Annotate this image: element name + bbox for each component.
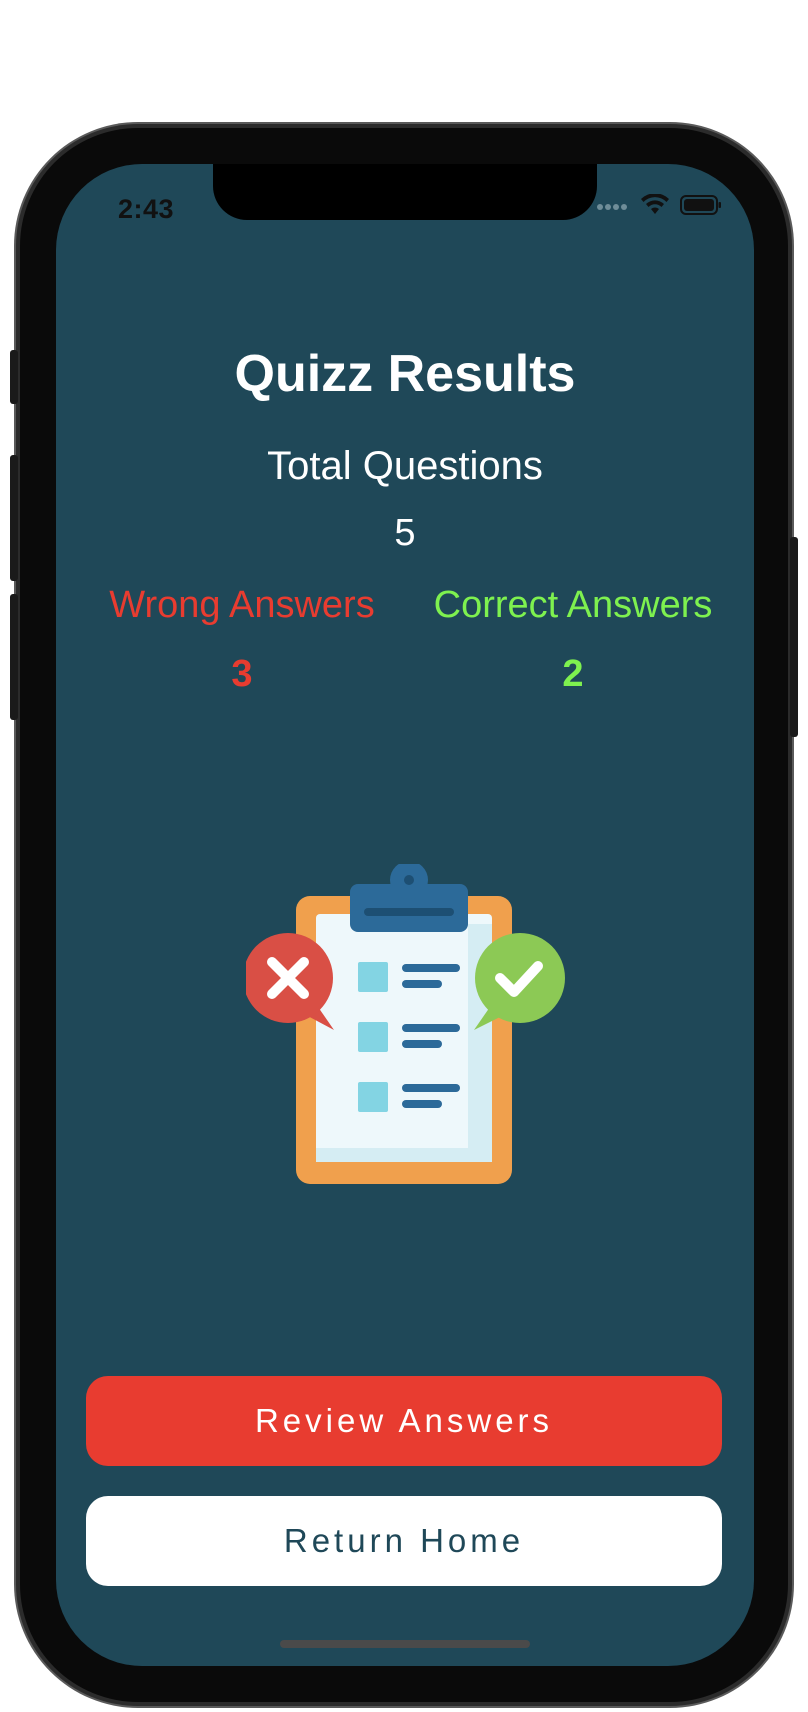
volume-up-button <box>10 455 18 581</box>
phone-frame: 2:43 Quizz Results Total Questions 5 Wro… <box>10 128 798 1702</box>
status-icons <box>596 193 722 221</box>
total-questions-label: Total Questions <box>267 444 543 488</box>
check-bubble-icon <box>474 933 565 1030</box>
total-questions-value: 5 <box>394 512 416 554</box>
app-screen: 2:43 Quizz Results Total Questions 5 Wro… <box>56 164 754 1666</box>
correct-answers-stat: Correct Answers 2 <box>408 584 738 696</box>
status-time: 2:43 <box>118 194 175 224</box>
battery-icon <box>680 195 722 220</box>
correct-answers-label: Correct Answers <box>433 584 713 626</box>
cross-bubble-icon <box>243 933 334 1030</box>
wrong-answers-stat: Wrong Answers 3 <box>82 584 402 696</box>
wrong-answers-value: 3 <box>231 653 253 695</box>
cellular-signal-icon <box>596 199 630 217</box>
page-title: Quizz Results <box>234 345 576 403</box>
notch <box>213 164 597 220</box>
clipboard-checklist-icon <box>243 861 566 1184</box>
return-home-button[interactable]: Return Home <box>86 1496 722 1586</box>
review-answers-button[interactable]: Review Answers <box>86 1376 722 1466</box>
wrong-answers-label: Wrong Answers <box>109 584 375 626</box>
silent-switch <box>10 350 18 404</box>
power-button <box>790 537 798 737</box>
home-indicator[interactable] <box>280 1640 530 1648</box>
wifi-icon <box>640 193 670 221</box>
correct-answers-value: 2 <box>562 653 584 695</box>
volume-down-button <box>10 594 18 720</box>
